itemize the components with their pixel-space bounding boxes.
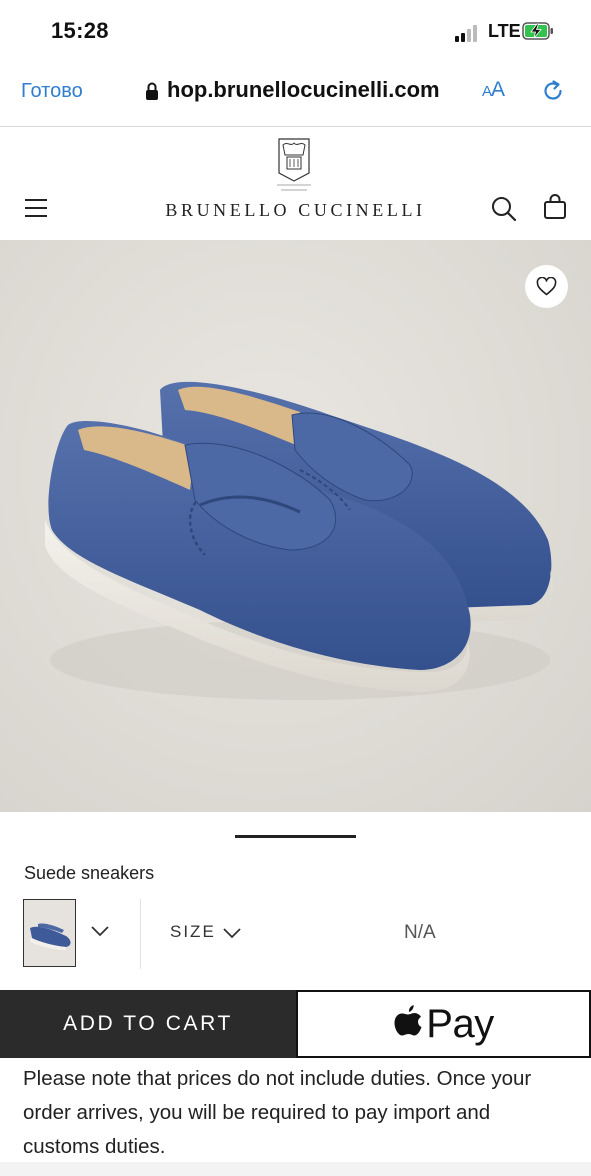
url-address[interactable]: hop.brunellocucinelli.com bbox=[167, 77, 440, 103]
network-type: LTE bbox=[488, 21, 521, 41]
lock-icon bbox=[146, 82, 158, 100]
battery-charging-icon bbox=[522, 22, 553, 40]
apple-logo-icon bbox=[394, 1005, 422, 1036]
duties-notice: Please note that prices do not include d… bbox=[23, 1067, 532, 1158]
size-value: N/A bbox=[404, 922, 436, 943]
reload-icon[interactable] bbox=[540, 78, 566, 104]
browser-toolbar: Готово hop.brunellocucinelli.com AA bbox=[0, 60, 591, 127]
product-name: Suede sneakers bbox=[24, 863, 155, 883]
text-size-button[interactable]: AA bbox=[482, 78, 505, 102]
brand-crest-logo[interactable] bbox=[271, 135, 317, 195]
product-image[interactable] bbox=[0, 240, 591, 812]
product-photo-shoes bbox=[45, 381, 553, 700]
status-bar: 15:28 LTE bbox=[0, 0, 591, 60]
done-button[interactable]: Готово bbox=[21, 80, 83, 103]
wishlist-button[interactable] bbox=[525, 265, 568, 308]
status-time: 15:28 bbox=[51, 18, 109, 43]
image-carousel-indicator[interactable] bbox=[235, 835, 356, 838]
site-header: BRUNELLO CUCINELLI bbox=[0, 127, 591, 240]
search-icon[interactable] bbox=[490, 195, 518, 223]
divider bbox=[140, 899, 141, 969]
variant-shoe-image bbox=[30, 923, 71, 950]
signal-strength-icon bbox=[455, 24, 485, 42]
bottom-strip bbox=[0, 1162, 591, 1176]
apple-pay-label: Pay bbox=[426, 1001, 494, 1046]
shopping-bag-icon[interactable] bbox=[543, 193, 567, 221]
chevron-down-icon[interactable] bbox=[90, 924, 110, 938]
heart-icon bbox=[536, 277, 557, 296]
color-variant-thumbnail[interactable] bbox=[23, 899, 76, 967]
add-to-cart-button[interactable]: ADD TO CART bbox=[0, 990, 296, 1058]
apple-pay-button[interactable]: Pay bbox=[296, 990, 591, 1058]
size-chevron-down-icon[interactable] bbox=[222, 926, 242, 940]
size-selector-label[interactable]: SIZE bbox=[170, 922, 216, 942]
